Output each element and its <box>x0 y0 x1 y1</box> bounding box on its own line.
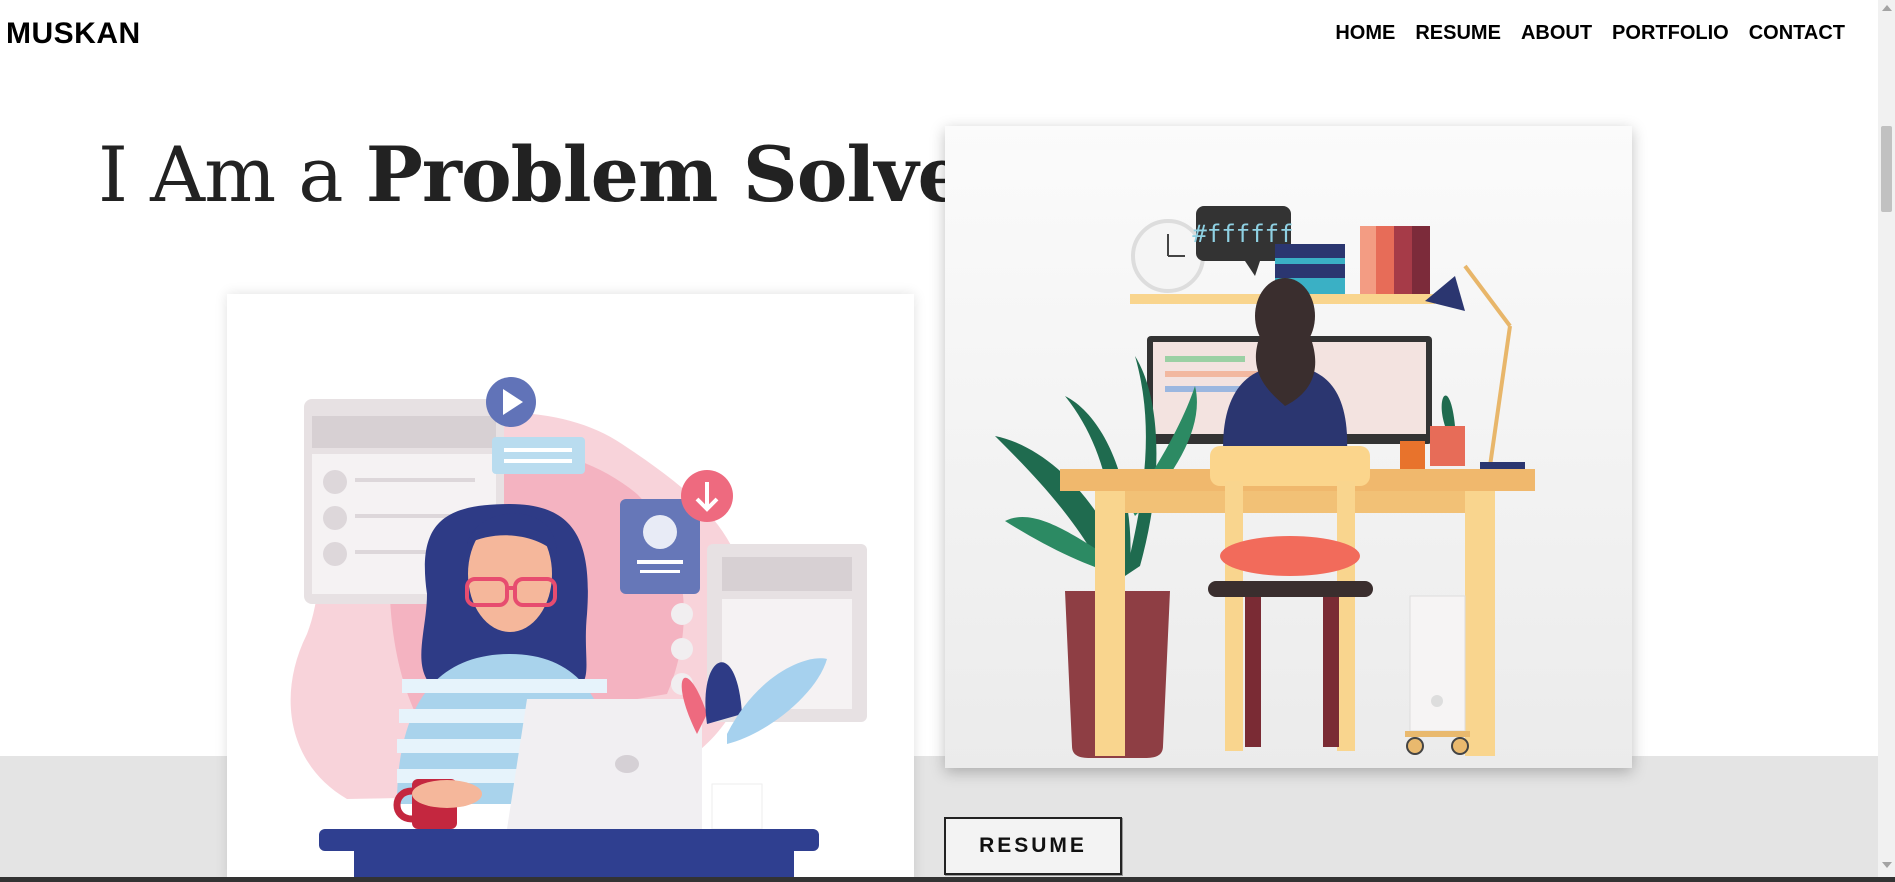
bubble-text: #ffffff <box>1192 220 1293 248</box>
scroll-up-icon[interactable] <box>1882 5 1892 11</box>
illustration-desk-workspace: #ffffff <box>945 126 1632 768</box>
nav-contact[interactable]: CONTACT <box>1749 22 1845 45</box>
nav-about[interactable]: ABOUT <box>1521 22 1592 45</box>
vertical-scrollbar[interactable] <box>1878 0 1895 882</box>
brand-logo[interactable]: MUSKAN <box>6 17 141 51</box>
nav-resume[interactable]: RESUME <box>1415 22 1501 45</box>
nav-menu: HOME RESUME ABOUT PORTFOLIO CONTACT <box>1335 22 1845 45</box>
desk-workspace-illustration: #ffffff <box>995 206 1535 758</box>
navbar: MUSKAN HOME RESUME ABOUT PORTFOLIO CONTA… <box>0 0 1878 68</box>
woman-laptop-illustration <box>290 377 867 882</box>
resume-button[interactable]: RESUME <box>944 817 1122 875</box>
hero-title: I Am a Problem Solver <box>98 130 1005 219</box>
scroll-down-icon[interactable] <box>1882 862 1892 868</box>
scroll-thumb[interactable] <box>1881 126 1892 212</box>
nav-home[interactable]: HOME <box>1335 22 1395 45</box>
nav-portfolio[interactable]: PORTFOLIO <box>1612 22 1729 45</box>
hero-title-bold: Problem Solver <box>365 130 1005 219</box>
hero-title-light: I Am a <box>98 130 366 219</box>
bottom-edge <box>0 877 1895 882</box>
illustration-woman-laptop <box>227 294 914 882</box>
